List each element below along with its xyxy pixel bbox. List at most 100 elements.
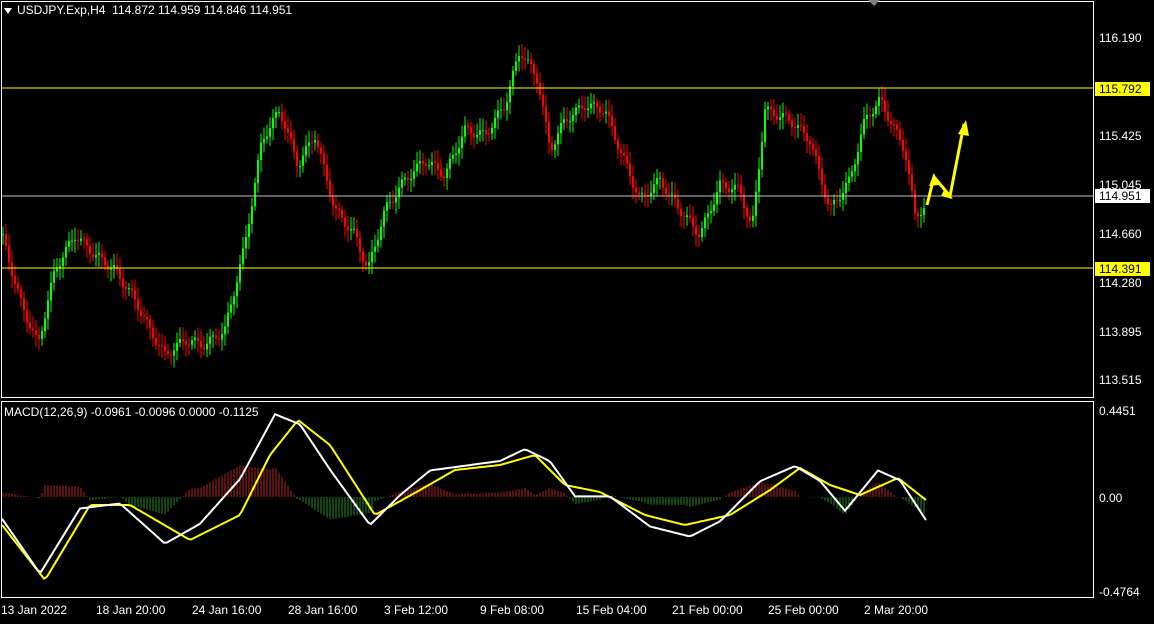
candle-body	[236, 282, 238, 297]
candle-body	[245, 237, 247, 249]
candle-body	[857, 151, 859, 165]
macd-axis: 0.4451 0.00 -0.4764	[1099, 404, 1140, 599]
macd-indicator-label[interactable]: MACD(12,26,9) -0.0961 -0.0096 0.0000 -0.…	[4, 405, 259, 419]
candle-body	[392, 201, 394, 203]
candle-body	[314, 139, 316, 143]
candle-body	[275, 112, 277, 118]
candle-body	[809, 141, 811, 145]
candle-body	[50, 282, 52, 301]
time-label: 24 Jan 16:00	[192, 603, 262, 617]
price-tick: 114.660	[1099, 227, 1142, 241]
candle-body	[368, 262, 370, 266]
candle-body	[608, 111, 610, 116]
candle-body	[683, 216, 685, 218]
candle-body	[539, 83, 541, 95]
dropdown-caret-icon[interactable]	[4, 7, 12, 14]
candle-body	[755, 191, 757, 216]
candle-body	[182, 339, 184, 342]
candle-body	[887, 111, 889, 121]
candle-body	[560, 123, 562, 134]
candle-body	[143, 316, 145, 317]
candle-body	[254, 183, 256, 207]
candle-body	[632, 176, 634, 188]
macd-tick: -0.4764	[1099, 585, 1140, 599]
candle-body	[719, 180, 721, 193]
candle-body	[461, 136, 463, 149]
candle-body	[218, 338, 220, 340]
candle-body	[365, 261, 367, 266]
candle-body	[410, 178, 412, 181]
chart-canvas[interactable]: 116.190 115.425 115.045 114.660 114.280 …	[0, 0, 1154, 619]
chart-window[interactable]: 116.190 115.425 115.045 114.660 114.280 …	[0, 0, 1154, 619]
candle-body	[914, 190, 916, 213]
candle-body	[890, 121, 892, 125]
candle-body	[917, 213, 919, 217]
candle-body	[41, 331, 43, 339]
candle-body	[803, 126, 805, 133]
candle-body	[263, 138, 265, 143]
candle-body	[581, 105, 583, 109]
candle-body	[923, 208, 925, 215]
candle-body	[185, 341, 187, 345]
candle-body	[203, 347, 205, 350]
candle-body	[20, 289, 22, 298]
candle-body	[446, 168, 448, 178]
candle-body	[500, 109, 502, 111]
candle-body	[224, 326, 226, 335]
candle-body	[191, 340, 193, 345]
candle-body	[122, 278, 124, 287]
candle-body	[551, 142, 553, 150]
candle-body	[623, 153, 625, 156]
candle-body	[704, 217, 706, 228]
candle-body	[341, 210, 343, 218]
candle-body	[437, 162, 439, 170]
candle-body	[395, 197, 397, 203]
chart-header[interactable]: USDJPY.Exp,H4 114.872 114.959 114.846 11…	[4, 3, 292, 17]
candlestick-series	[2, 44, 925, 368]
candle-body	[356, 228, 358, 238]
candle-body	[440, 169, 442, 177]
candle-body	[428, 165, 430, 167]
candle-body	[596, 102, 598, 108]
candle-body	[641, 193, 643, 195]
candle-body	[383, 210, 385, 227]
candle-body	[896, 124, 898, 130]
candle-body	[725, 182, 727, 189]
candle-body	[401, 179, 403, 188]
candle-body	[863, 119, 865, 135]
candle-body	[494, 117, 496, 128]
candle-body	[593, 102, 595, 104]
candle-body	[290, 132, 292, 139]
candle-body	[722, 180, 724, 183]
candle-body	[152, 327, 154, 339]
candle-body	[875, 105, 877, 115]
candle-body	[845, 183, 847, 194]
candle-body	[599, 107, 601, 113]
candle-body	[761, 142, 763, 170]
candle-body	[479, 130, 481, 135]
candle-body	[509, 86, 511, 103]
candle-body	[512, 70, 514, 87]
candle-body	[164, 345, 166, 352]
price-tick: 113.895	[1099, 325, 1142, 339]
candle-body	[584, 108, 586, 110]
time-axis: 13 Jan 2022 18 Jan 20:00 24 Jan 16:00 28…	[1, 603, 928, 617]
candle-body	[776, 116, 778, 120]
candle-body	[812, 144, 814, 150]
candle-body	[35, 330, 37, 335]
candle-body	[326, 164, 328, 181]
time-label: 21 Feb 00:00	[672, 603, 743, 617]
candle-body	[575, 107, 577, 115]
candle-body	[95, 254, 97, 258]
candle-body	[47, 300, 49, 319]
candle-body	[14, 276, 16, 284]
candle-body	[230, 304, 232, 313]
candle-body	[677, 198, 679, 209]
shift-marker-icon[interactable]	[868, 0, 880, 6]
candle-body	[728, 188, 730, 193]
candle-body	[767, 106, 769, 110]
support-price-label: 114.391	[1099, 262, 1142, 276]
candle-body	[305, 146, 307, 156]
candle-body	[869, 115, 871, 117]
candle-body	[569, 121, 571, 123]
